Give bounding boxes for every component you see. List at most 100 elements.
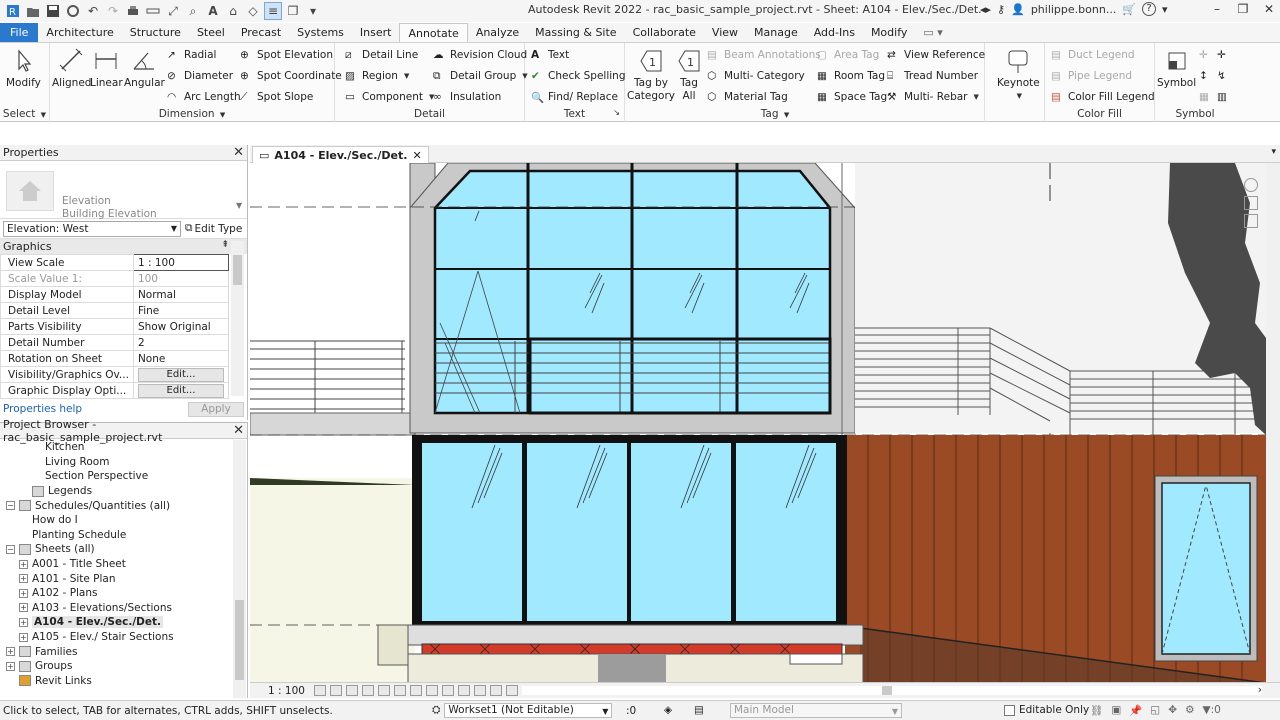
canvas-vertical-scrollbar[interactable] xyxy=(1266,163,1280,683)
rotation-on-sheet-field[interactable]: None xyxy=(132,350,230,367)
zoom-dropdown-icon[interactable] xyxy=(1244,214,1258,228)
browser-item[interactable]: + Families xyxy=(0,644,232,659)
tab-massing-site[interactable]: Massing & Site xyxy=(527,23,624,42)
group-graphics[interactable]: Graphics ⇞ xyxy=(0,239,247,254)
tag-all-button[interactable]: 1 Tag All xyxy=(675,47,703,103)
room-tag-button[interactable]: ▦ Room Tag xyxy=(817,68,885,84)
sync-icon[interactable] xyxy=(64,2,82,20)
user-icon[interactable]: 👤 xyxy=(1011,3,1025,16)
text-settings-arrow-icon[interactable]: ↘ xyxy=(613,108,620,117)
crop-view-icon[interactable] xyxy=(378,685,390,696)
browser-item[interactable]: + A102 - Plans xyxy=(0,586,232,601)
symbol-button[interactable]: Symbol xyxy=(1157,47,1196,90)
steering-wheel-icon[interactable] xyxy=(1244,178,1258,192)
workset-icon[interactable]: ⛭ xyxy=(432,704,440,717)
instance-selector[interactable]: Elevation: West ▼ xyxy=(3,220,181,237)
show-crop-icon[interactable] xyxy=(394,685,406,696)
save-icon[interactable] xyxy=(44,2,62,20)
aligned-button[interactable]: Aligned xyxy=(52,47,91,90)
detail-number-field[interactable]: 2 xyxy=(132,334,230,351)
visibility-graphics-edit-button[interactable]: Edit... xyxy=(137,367,224,382)
drawing-canvas[interactable] xyxy=(250,163,1266,683)
redo-icon[interactable]: ↷ xyxy=(104,2,122,20)
open-icon[interactable] xyxy=(24,2,42,20)
browser-item[interactable]: − Sheets (all) xyxy=(0,542,232,557)
expand-icon[interactable]: + xyxy=(19,574,28,584)
tab-precast[interactable]: Precast xyxy=(233,23,289,42)
diameter-button[interactable]: ⊘ Diameter xyxy=(167,68,233,84)
collapse-icon[interactable]: − xyxy=(6,501,15,511)
browser-scrollbar[interactable] xyxy=(233,440,246,698)
tab-structure[interactable]: Structure xyxy=(122,23,189,42)
communication-icon[interactable]: ◂▸ xyxy=(980,3,991,16)
material-tag-button[interactable]: ⬡ Material Tag xyxy=(707,89,788,105)
browser-item[interactable]: Section Perspective xyxy=(0,469,232,484)
building-elevation-drawing[interactable] xyxy=(250,163,1266,683)
aligned-dimension-icon[interactable]: ⤢ xyxy=(164,2,182,20)
angular-button[interactable]: Angular xyxy=(124,47,165,90)
arc-length-button[interactable]: ◠ Arc Length xyxy=(167,89,241,105)
color-fill-legend-button[interactable]: ▤ Color Fill Legend xyxy=(1051,89,1155,105)
key-icon[interactable]: ⚷ xyxy=(997,3,1005,16)
view-tab[interactable]: ▭ A104 - Elev./Sec./Det. ✕ xyxy=(252,146,429,163)
find-replace-button[interactable]: 🔍 Find/ Replace xyxy=(531,89,618,105)
close-icon[interactable]: ✕ xyxy=(1262,2,1276,16)
expand-icon[interactable]: + xyxy=(19,617,28,627)
browser-scroll-thumb[interactable] xyxy=(235,600,244,680)
3d-view-icon[interactable]: ⌂ xyxy=(224,2,242,20)
tab-manage[interactable]: Manage xyxy=(746,23,806,42)
tab-view[interactable]: View xyxy=(704,23,746,42)
visual-style-icon[interactable] xyxy=(330,685,342,696)
drag-elements-icon[interactable]: ✥ xyxy=(1168,704,1177,717)
view-scale-display[interactable]: 1 : 100 xyxy=(268,685,308,697)
radial-button[interactable]: ↗ Radial xyxy=(167,47,216,63)
reveal-constraints-icon[interactable] xyxy=(506,685,518,696)
keynote-button[interactable]: Keynote ▼ xyxy=(997,47,1040,103)
multi-rebar-button[interactable]: ⚒ Multi- Rebar ▼ xyxy=(887,89,979,105)
browser-item[interactable]: Revit Links xyxy=(0,674,232,689)
detail-level-field[interactable]: Fine xyxy=(132,302,230,319)
stair-path-icon[interactable]: ↕ xyxy=(1199,68,1208,84)
editable-only-toggle[interactable]: Editable Only xyxy=(1004,704,1089,716)
view-reference-button[interactable]: ⇄ View Reference xyxy=(887,47,985,63)
switch-windows-icon[interactable]: ❐ xyxy=(284,2,302,20)
browser-item[interactable]: − Schedules/Quantities (all) xyxy=(0,498,232,513)
area-reinforcement-icon[interactable]: ↯ xyxy=(1217,68,1226,84)
revit-logo-icon[interactable]: R xyxy=(4,2,22,20)
revision-cloud-button[interactable]: ☁ Revision Cloud xyxy=(433,47,527,63)
browser-item[interactable]: + A101 - Site Plan xyxy=(0,571,232,586)
spot-coordinate-button[interactable]: ⊕ Spot Coordinate xyxy=(240,68,342,84)
reveal-hidden-icon[interactable] xyxy=(442,685,454,696)
panel-title-tag[interactable]: Tag ▼ xyxy=(625,108,925,120)
group-collapse-icon[interactable]: ⇞ xyxy=(221,240,229,250)
tab-modify[interactable]: Modify xyxy=(863,23,915,42)
thin-lines-icon[interactable]: ≡ xyxy=(264,2,282,20)
parts-visibility-field[interactable]: Show Original xyxy=(132,318,230,335)
worksharing-display-icon[interactable] xyxy=(458,685,470,696)
properties-scroll-thumb[interactable] xyxy=(233,255,242,285)
section-icon[interactable]: ◇ xyxy=(244,2,262,20)
editing-requests-count[interactable]: :0 xyxy=(626,705,636,717)
browser-item[interactable]: + A104 - Elev./Sec./Det. xyxy=(0,615,232,630)
beam-system-symbol-icon[interactable]: ✛ xyxy=(1217,47,1226,63)
ribbon-minimize-icon[interactable]: ▭ ▾ xyxy=(915,23,950,42)
duct-legend-button[interactable]: ▤ Duct Legend xyxy=(1051,47,1135,63)
select-pinned-icon[interactable]: 📌 xyxy=(1129,704,1142,717)
browser-item[interactable]: + A001 - Title Sheet xyxy=(0,557,232,572)
measure-icon[interactable] xyxy=(144,2,162,20)
expand-icon[interactable]: + xyxy=(19,632,28,642)
display-model-field[interactable]: Normal xyxy=(132,286,230,303)
tab-collaborate[interactable]: Collaborate xyxy=(625,23,704,42)
analytical-model-icon[interactable] xyxy=(474,685,486,696)
active-design-option-icon[interactable]: ▤ xyxy=(694,704,704,716)
help-icon[interactable]: ? xyxy=(1142,2,1157,16)
browser-item[interactable]: Planting Schedule xyxy=(0,528,232,543)
filter-icon[interactable]: ▼:0 xyxy=(1203,704,1221,717)
tag-by-category-button[interactable]: 1 Tag by Category xyxy=(627,47,675,103)
view-tab-close-icon[interactable]: ✕ xyxy=(412,149,421,162)
path-reinforcement-icon[interactable]: ▦ xyxy=(1199,89,1209,105)
pipe-legend-button[interactable]: ▤ Pipe Legend xyxy=(1051,68,1132,84)
canvas-horizontal-scrollbar[interactable] xyxy=(522,686,1262,695)
select-underlay-icon[interactable]: ▣ xyxy=(1111,704,1121,717)
text-button[interactable]: A Text xyxy=(531,47,569,63)
